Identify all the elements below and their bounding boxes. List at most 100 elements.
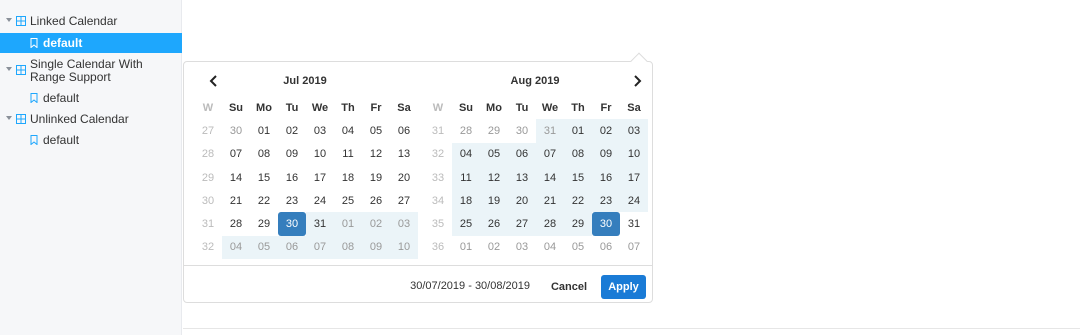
calendar-day[interactable]: 10 [390, 235, 418, 260]
tree-story-default-single[interactable]: default [0, 88, 182, 108]
calendar-day[interactable]: 21 [222, 189, 250, 212]
caret-down-icon[interactable] [6, 116, 12, 120]
bookmark-icon [30, 93, 38, 103]
calendar-day[interactable]: 06 [390, 119, 418, 142]
calendar-day[interactable]: 14 [222, 166, 250, 189]
calendar-day[interactable]: 15 [564, 165, 592, 190]
calendar-day[interactable]: 07 [620, 236, 648, 259]
calendar-day[interactable]: 04 [222, 235, 250, 260]
calendar-day[interactable]: 11 [334, 143, 362, 166]
calendar-day[interactable]: 02 [362, 212, 390, 236]
calendar-day[interactable]: 29 [564, 212, 592, 236]
calendar-day[interactable]: 27 [390, 189, 418, 212]
calendar-day[interactable]: 20 [508, 189, 536, 213]
caret-down-icon[interactable] [6, 67, 12, 71]
calendar-day[interactable]: 07 [222, 143, 250, 166]
tree-component-unlinked-calendar[interactable]: Unlinked Calendar [0, 109, 182, 130]
calendar-day[interactable]: 28 [222, 212, 250, 235]
calendar-day[interactable]: 05 [564, 236, 592, 259]
calendar-day[interactable]: 30 [592, 212, 620, 236]
calendar-day[interactable]: 16 [278, 166, 306, 189]
next-month-button[interactable] [627, 72, 647, 90]
calendar-day[interactable]: 04 [334, 119, 362, 142]
calendar-day[interactable]: 20 [390, 166, 418, 189]
calendar-day[interactable]: 31 [306, 212, 334, 236]
calendar-day[interactable]: 05 [480, 142, 508, 166]
calendar-day[interactable]: 21 [536, 189, 564, 213]
calendar-day[interactable]: 18 [334, 166, 362, 189]
calendar-day[interactable]: 25 [452, 212, 480, 236]
calendar-day[interactable]: 06 [592, 236, 620, 259]
calendar-day[interactable]: 30 [508, 119, 536, 142]
tree-story-default-unlinked[interactable]: default [0, 130, 182, 150]
calendar-day[interactable]: 04 [536, 236, 564, 259]
calendar-day[interactable]: 15 [250, 166, 278, 189]
calendar-day[interactable]: 06 [278, 235, 306, 260]
calendar-day[interactable]: 07 [306, 235, 334, 260]
calendar-day[interactable]: 19 [480, 189, 508, 213]
calendar-day[interactable]: 05 [362, 119, 390, 142]
tree-component-single-calendar[interactable]: Single Calendar With Range Support [0, 57, 182, 85]
calendar-day[interactable]: 03 [390, 212, 418, 236]
calendar-day[interactable]: 29 [480, 119, 508, 142]
calendar-grid: W Su Mo Tu We Th Fr Sa 27 30 01 02 03 04 05 06 28 07 08 09 1… [194, 96, 418, 260]
calendar-day[interactable]: 22 [250, 189, 278, 212]
calendar-day[interactable]: 02 [278, 119, 306, 142]
calendar-day[interactable]: 08 [250, 143, 278, 166]
calendar-day[interactable]: 02 [480, 236, 508, 259]
calendar-day[interactable]: 23 [592, 189, 620, 213]
calendar-day[interactable]: 13 [508, 165, 536, 190]
calendar-day[interactable]: 28 [536, 212, 564, 236]
apply-button[interactable]: Apply [601, 275, 646, 299]
calendar-day[interactable]: 28 [452, 119, 480, 142]
calendar-day[interactable]: 26 [480, 212, 508, 236]
calendar-day[interactable]: 12 [480, 165, 508, 190]
calendar-day[interactable]: 24 [620, 189, 648, 213]
calendar-day[interactable]: 10 [620, 142, 648, 166]
calendar-day[interactable]: 08 [564, 142, 592, 166]
week-number: 33 [431, 171, 445, 184]
calendar-day[interactable]: 30 [222, 119, 250, 142]
calendar-day[interactable]: 18 [452, 189, 480, 213]
calendar-day[interactable]: 04 [452, 142, 480, 166]
calendar-day[interactable]: 25 [334, 189, 362, 212]
cancel-button[interactable]: Cancel [551, 276, 587, 298]
calendar-day[interactable]: 10 [306, 143, 334, 166]
calendar-day[interactable]: 12 [362, 143, 390, 166]
calendar-day[interactable]: 19 [362, 166, 390, 189]
calendar-day[interactable]: 29 [250, 212, 278, 235]
tree-component-label: Unlinked Calendar [30, 112, 129, 126]
calendar-day[interactable]: 31 [620, 212, 648, 235]
calendar-day[interactable]: 13 [390, 143, 418, 166]
calendar-day[interactable]: 27 [508, 212, 536, 236]
calendar-day[interactable]: 03 [620, 119, 648, 143]
calendar-day[interactable]: 01 [564, 119, 592, 143]
calendar-day[interactable]: 16 [592, 165, 620, 190]
calendar-day[interactable]: 06 [508, 142, 536, 166]
calendar-day[interactable]: 26 [362, 189, 390, 212]
calendar-day[interactable]: 08 [334, 235, 362, 260]
calendar-day[interactable]: 17 [620, 165, 648, 190]
calendar-day[interactable]: 09 [362, 235, 390, 260]
calendar-day[interactable]: 01 [334, 212, 362, 236]
calendar-day[interactable]: 31 [536, 119, 564, 143]
calendar-day[interactable]: 14 [536, 165, 564, 190]
calendar-day[interactable]: 17 [306, 166, 334, 189]
calendar-day[interactable]: 22 [564, 189, 592, 213]
calendar-day[interactable]: 03 [508, 236, 536, 259]
calendar-day[interactable]: 23 [278, 189, 306, 212]
calendar-day[interactable]: 24 [306, 189, 334, 212]
calendar-day[interactable]: 01 [250, 119, 278, 142]
calendar-day[interactable]: 11 [452, 165, 480, 190]
calendar-day[interactable]: 05 [250, 235, 278, 260]
tree-story-default-linked[interactable]: default [0, 33, 182, 53]
caret-down-icon[interactable] [6, 18, 12, 22]
calendar-day[interactable]: 01 [452, 236, 480, 259]
calendar-day[interactable]: 09 [592, 142, 620, 166]
calendar-day[interactable]: 07 [536, 142, 564, 166]
calendar-day[interactable]: 30 [278, 212, 306, 236]
calendar-day[interactable]: 09 [278, 143, 306, 166]
calendar-day[interactable]: 03 [306, 119, 334, 142]
tree-component-linked-calendar[interactable]: Linked Calendar [0, 11, 182, 32]
calendar-day[interactable]: 02 [592, 119, 620, 143]
